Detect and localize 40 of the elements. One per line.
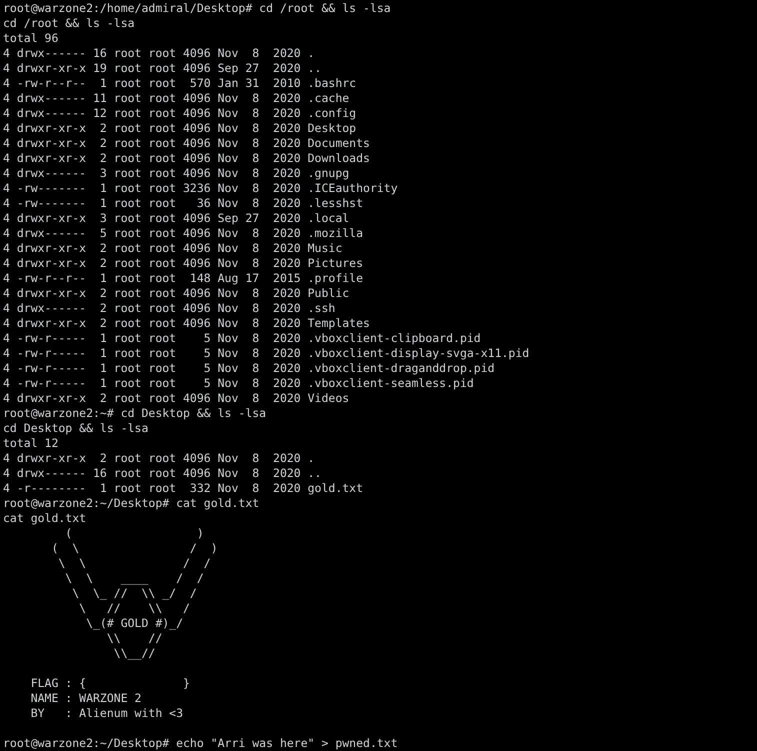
output-line: NAME : WARZONE 2 xyxy=(30,691,142,706)
output-line: 4 -rw-r----- 1 root root 5 Nov 8 2020 .vboxclient-seamless.pid xyxy=(3,376,474,391)
output-line: 4 -rw------- 1 root root 36 Nov 8 2020 .lesshst xyxy=(3,196,364,211)
output-line: 4 drwxr-xr-x 2 root root 4096 Nov 8 2020 Pictures xyxy=(3,256,364,271)
output-line: 4 drwxr-xr-x 2 root root 4096 Nov 8 2020 . xyxy=(3,451,315,466)
output-line: 4 drwxr-xr-x 2 root root 4096 Nov 8 2020 Videos xyxy=(3,391,350,406)
output-line: cd Desktop && ls -lsa xyxy=(3,421,148,436)
command-line: root@warzone2:~# cd Desktop && ls -lsa xyxy=(3,406,266,421)
output-line: 4 drwxr-xr-x 19 root root 4096 Sep 27 2020 .. xyxy=(3,61,322,76)
output-line: 4 drwxr-xr-x 2 root root 4096 Nov 8 2020 Public xyxy=(3,286,350,301)
output-line: 4 drwxr-xr-x 2 root root 4096 Nov 8 2020 Documents xyxy=(3,136,370,151)
output-line: 4 drwxr-xr-x 3 root root 4096 Sep 27 2020 .local xyxy=(3,211,350,226)
command-line: root@warzone2:/home/admiral/Desktop# cd /root && ls -lsa xyxy=(3,1,391,16)
output-line: 4 drwxr-xr-x 2 root root 4096 Nov 8 2020 Templates xyxy=(3,316,370,331)
output-line: 4 drwx------ 11 root root 4096 Nov 8 2020 .cache xyxy=(3,91,350,106)
output-line: 4 drwxr-xr-x 2 root root 4096 Nov 8 2020 Desktop xyxy=(3,121,356,136)
output-line: cat gold.txt xyxy=(3,511,86,526)
output-line: 4 -rw-r----- 1 root root 5 Nov 8 2020 .vboxclient-clipboard.pid xyxy=(3,331,481,346)
output-line: 4 drwx------ 16 root root 4096 Nov 8 2020 .. xyxy=(3,466,322,481)
output-line: 4 drwx------ 12 root root 4096 Nov 8 2020 .config xyxy=(3,106,356,121)
output-line: total 96 xyxy=(3,31,58,46)
ascii-art-drawing: ( ) ( \ / ) \ \ / / \ \ ____ / / \ \_ // \\ _/ / \ // \\ / \_(# GOLD #)_/ \\ // \\__// xyxy=(50,526,218,661)
output-line: BY : Alienum with <3 xyxy=(30,706,184,721)
output-line: 4 -rw-r----- 1 root root 5 Nov 8 2020 .vboxclient-draganddrop.pid xyxy=(3,361,495,376)
output-line: 4 drwx------ 16 root root 4096 Nov 8 2020 . xyxy=(3,46,315,61)
output-line: 4 drwx------ 5 root root 4096 Nov 8 2020 .mozilla xyxy=(3,226,364,241)
output-line: 4 drwx------ 2 root root 4096 Nov 8 2020 .ssh xyxy=(3,301,336,316)
output-line: 4 -r-------- 1 root root 332 Nov 8 2020 gold.txt xyxy=(3,481,364,496)
output-line: 4 -rw-r--r-- 1 root root 570 Jan 31 2010 .bashrc xyxy=(3,76,356,91)
output-line: 4 drwxr-xr-x 2 root root 4096 Nov 8 2020 Music xyxy=(3,241,342,256)
output-line: 4 -rw-r----- 1 root root 5 Nov 8 2020 .vboxclient-display-svga-x11.pid xyxy=(3,346,530,361)
output-line: FLAG : { } xyxy=(30,676,190,691)
output-line: 4 drwx------ 3 root root 4096 Nov 8 2020 .gnupg xyxy=(3,166,350,181)
command-line: root@warzone2:~/Desktop# echo "Arri was here" > pwned.txt xyxy=(3,736,398,751)
output-line: 4 -rw------- 1 root root 3236 Nov 8 2020 .ICEauthority xyxy=(3,181,398,196)
output-line: 4 -rw-r--r-- 1 root root 148 Aug 17 2015 .profile xyxy=(3,271,364,286)
output-line: total 12 xyxy=(3,436,58,451)
output-line: cd /root && ls -lsa xyxy=(3,16,135,31)
command-line: root@warzone2:~/Desktop# cat gold.txt xyxy=(3,496,260,511)
output-line: 4 drwxr-xr-x 2 root root 4096 Nov 8 2020 Downloads xyxy=(3,151,370,166)
